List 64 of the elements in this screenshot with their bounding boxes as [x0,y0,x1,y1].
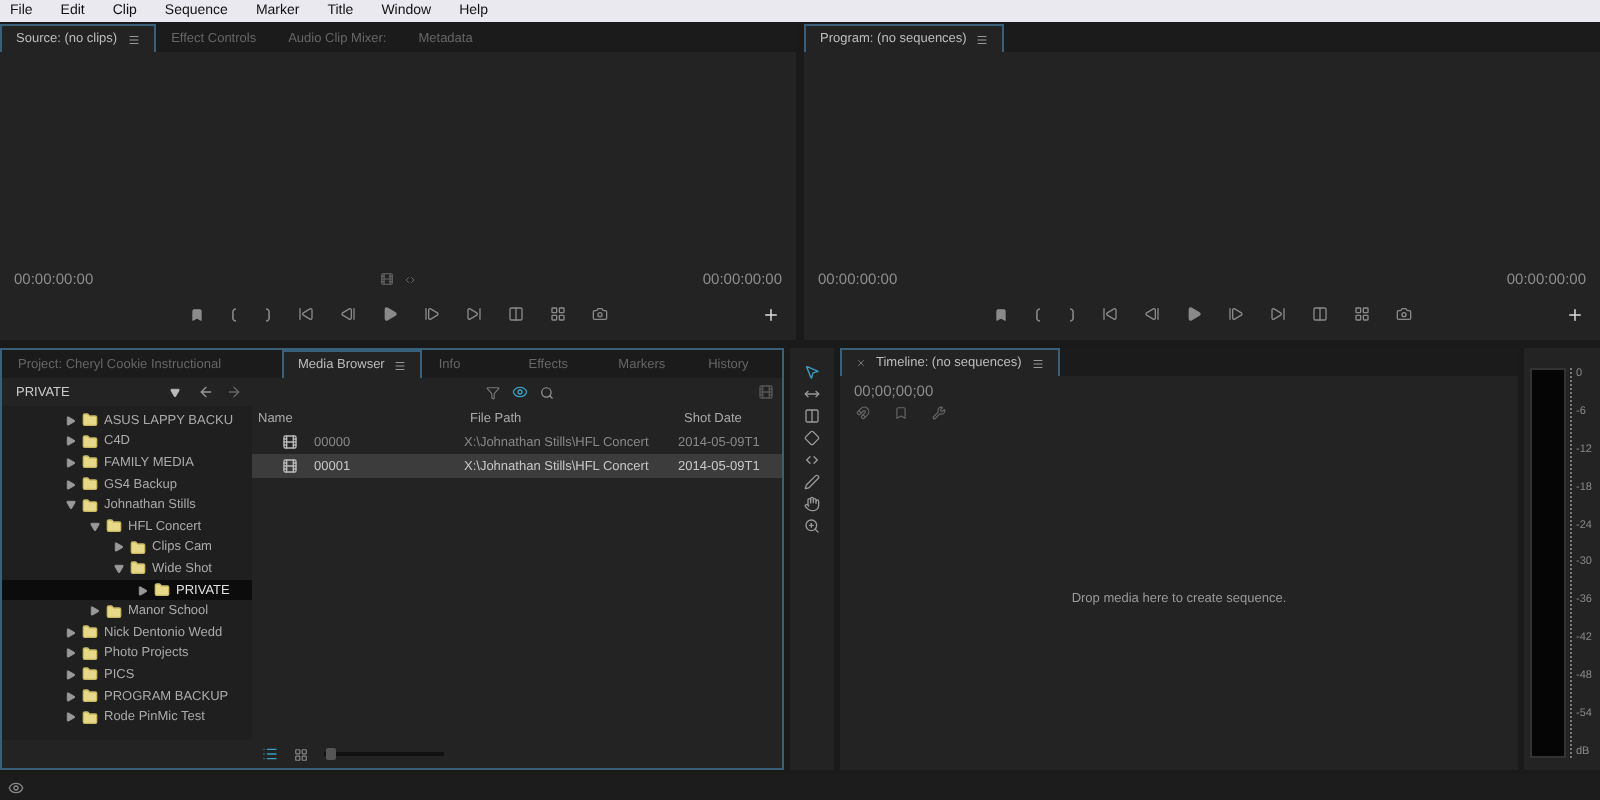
clip-icon [282,458,298,474]
back-icon[interactable] [198,384,214,400]
step-forward-icon[interactable] [423,306,439,322]
marker-icon[interactable] [993,307,1007,321]
icon-view-icon[interactable] [294,747,308,761]
go-to-in-icon[interactable] [1101,306,1117,322]
list-view-icon[interactable] [262,746,278,762]
folder-icon [82,433,98,450]
marker-icon[interactable] [894,406,908,420]
film-icon[interactable] [380,272,394,286]
panel-menu-icon[interactable] [1031,357,1044,369]
collapsed-triangle-icon[interactable] [114,542,124,553]
play-icon[interactable] [1185,306,1201,322]
play-icon[interactable] [381,306,397,322]
hand-icon[interactable] [804,496,820,512]
step-back-icon[interactable] [1143,306,1159,322]
panel-menu-icon[interactable] [976,33,989,45]
zoom-slider-thumb[interactable] [325,748,335,760]
go-to-in-icon[interactable] [297,306,313,322]
folder-icon [154,582,170,599]
camera-icon[interactable] [591,306,607,322]
pointer-icon[interactable] [804,364,820,380]
folder-icon [82,624,98,641]
mark-in-icon[interactable] [229,307,237,321]
filter-icon[interactable] [486,385,500,399]
folder-icon [82,454,98,471]
folder-icon [106,518,122,535]
add-icon[interactable] [762,305,780,323]
zoom-icon[interactable] [804,518,820,534]
clip-icon [282,434,298,450]
snap-icon[interactable] [856,406,870,420]
folder-icon [130,560,146,577]
collapsed-triangle-icon[interactable] [90,606,100,617]
expanded-triangle-icon[interactable] [66,500,76,511]
folder-icon [82,412,98,429]
settings-icon[interactable] [932,406,946,420]
step-forward-icon[interactable] [1227,306,1243,322]
expanded-triangle-icon[interactable] [114,563,124,574]
folder-icon [82,476,98,493]
panel-menu-icon[interactable] [394,359,407,371]
forward-icon[interactable] [226,384,242,400]
expanded-triangle-icon[interactable] [90,521,100,532]
marker-icon[interactable] [189,307,203,321]
step-back-icon[interactable] [339,306,355,322]
folder-icon [82,645,98,662]
mark-out-icon[interactable] [263,307,271,321]
caret-icon [170,387,180,397]
go-to-out-icon[interactable] [465,306,481,322]
go-to-out-icon[interactable] [1269,306,1285,322]
folder-icon [130,539,146,556]
folder-icon [82,688,98,705]
collapsed-triangle-icon[interactable] [138,585,148,596]
folder-icon [82,709,98,726]
eye-icon[interactable] [512,384,528,400]
mark-in-icon[interactable] [1033,307,1041,321]
add-icon[interactable] [1566,305,1584,323]
folder-icon [82,666,98,683]
search-icon[interactable] [540,385,554,399]
panel-menu-icon[interactable] [127,33,140,45]
folder-icon [82,497,98,514]
camera-icon[interactable] [1395,306,1411,322]
folder-icon [106,603,122,620]
mark-out-icon[interactable] [1067,307,1075,321]
pen-icon[interactable] [804,474,820,490]
